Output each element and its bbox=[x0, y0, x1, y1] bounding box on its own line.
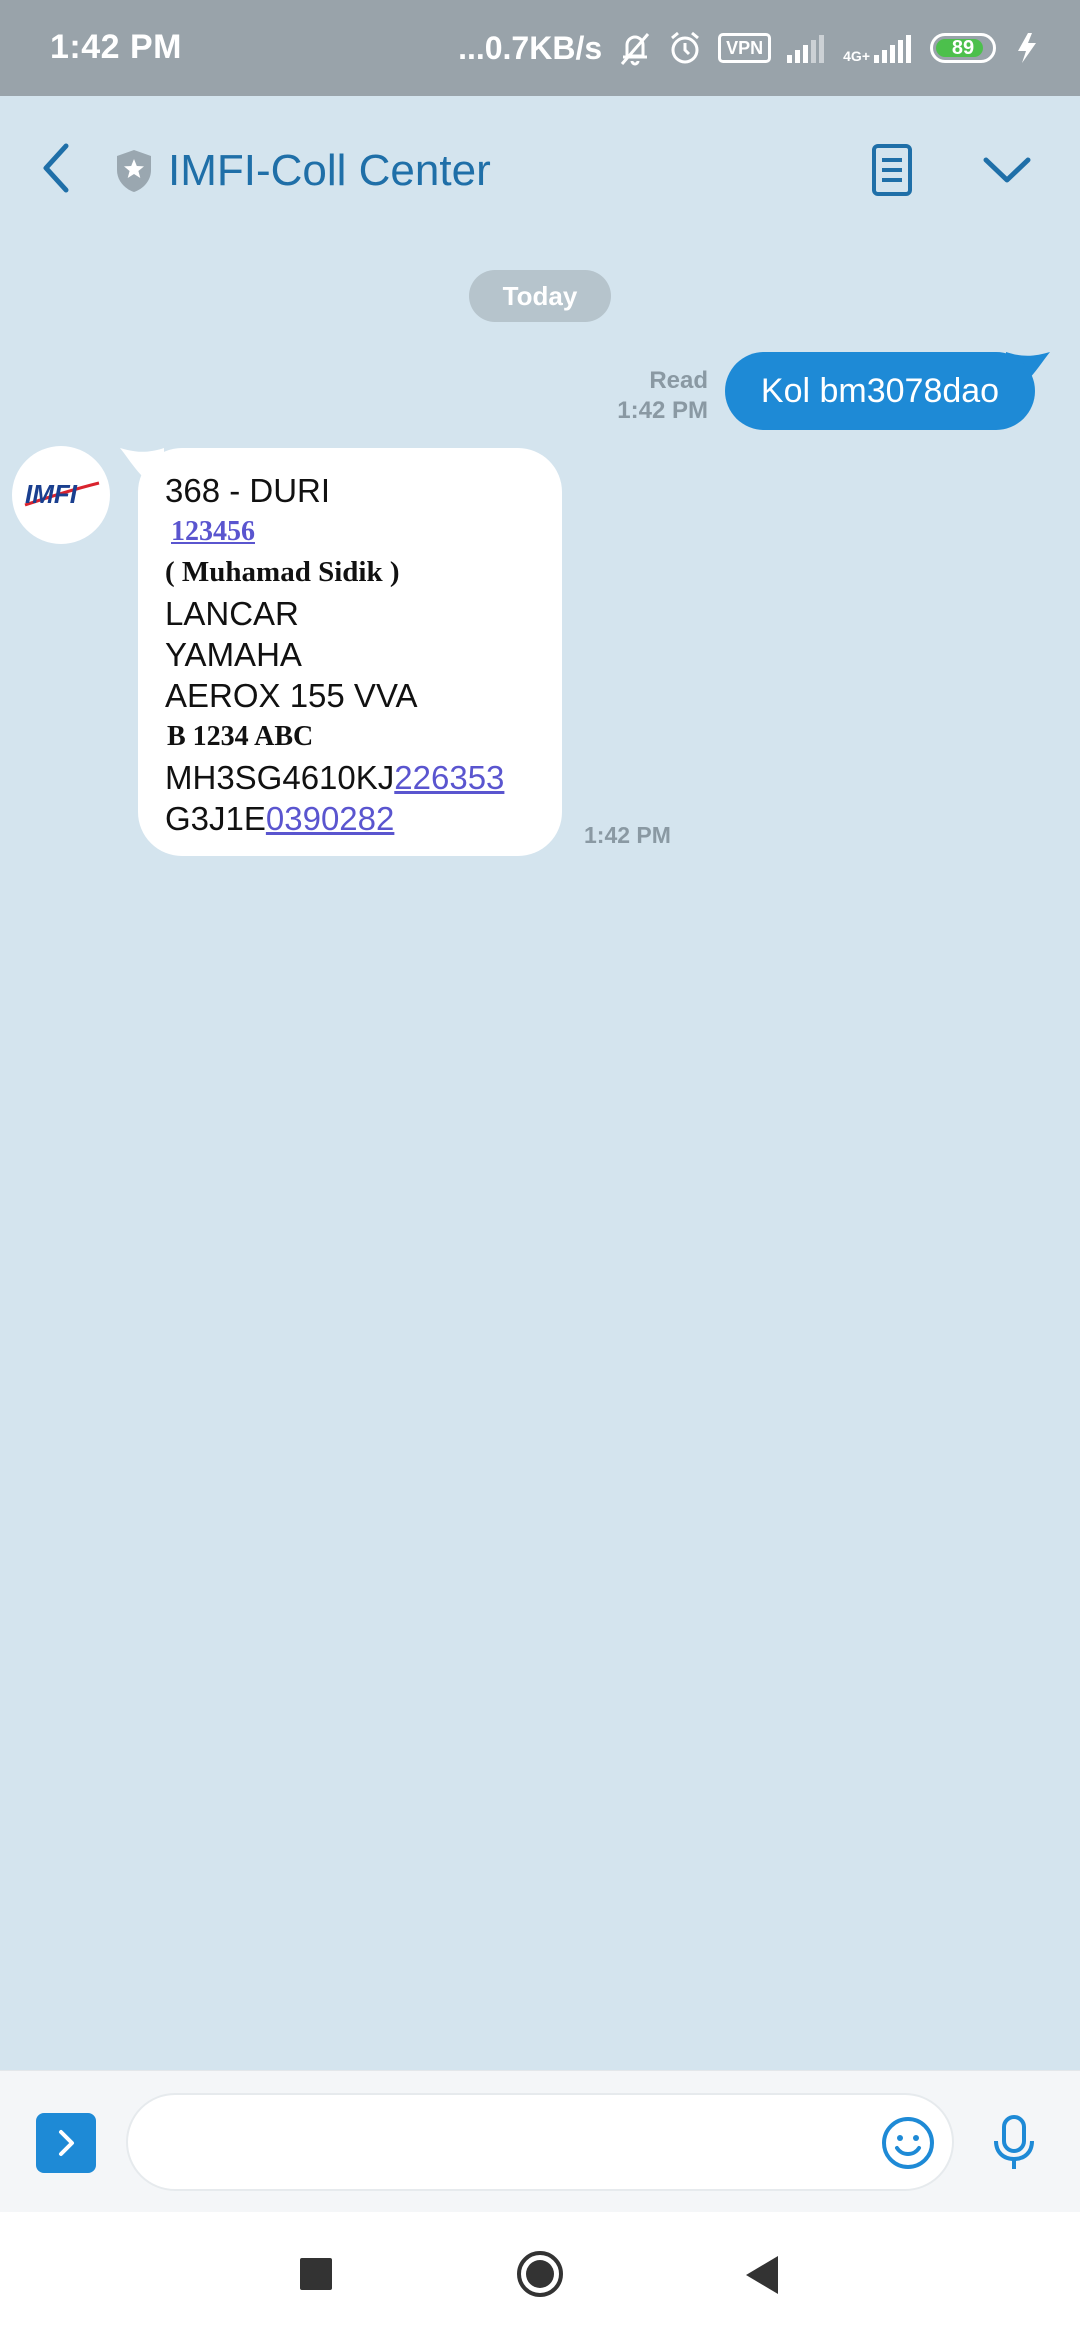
message-line: YAMAHA bbox=[165, 636, 302, 673]
chevron-down-icon bbox=[983, 157, 1031, 183]
vin-prefix: MH3SG4610KJ bbox=[165, 759, 395, 796]
sender-avatar[interactable]: IMFI bbox=[12, 446, 110, 544]
imfi-logo: IMFI bbox=[24, 479, 100, 509]
message-line-engine: G3J1E0390282 bbox=[165, 798, 562, 839]
message-line: 368 - DURI bbox=[165, 472, 331, 509]
triangle-back-icon bbox=[746, 2256, 778, 2294]
network-speed: ...0.7KB/s bbox=[458, 29, 603, 66]
expand-menu-button[interactable] bbox=[982, 152, 1032, 188]
engine-prefix: G3J1E bbox=[165, 800, 266, 837]
recents-button[interactable] bbox=[300, 2258, 332, 2290]
smiley-icon bbox=[882, 2117, 934, 2169]
charging-icon bbox=[1012, 31, 1042, 65]
document-icon bbox=[872, 144, 912, 196]
avatar-text: IMFI bbox=[25, 479, 78, 509]
home-circle-icon bbox=[517, 2251, 563, 2297]
signal-icon bbox=[787, 33, 827, 63]
verified-shield-icon bbox=[114, 148, 154, 194]
phone-link[interactable]: 0390282 bbox=[266, 800, 394, 837]
outgoing-time: 1:42 PM bbox=[617, 397, 708, 424]
phone-link[interactable]: 226353 bbox=[394, 759, 504, 796]
message-line-vin: MH3SG4610KJ226353 bbox=[165, 757, 562, 798]
message-input[interactable] bbox=[158, 2115, 878, 2171]
mute-bell-icon bbox=[618, 30, 652, 66]
outgoing-meta: Read 1:42 PM bbox=[617, 366, 708, 426]
emoji-button[interactable] bbox=[880, 2115, 936, 2171]
battery-level: 89 bbox=[951, 36, 975, 59]
chat-header: IMFI-Coll Center bbox=[0, 96, 1080, 246]
chevron-right-icon bbox=[59, 2130, 74, 2156]
vpn-badge: VPN bbox=[718, 33, 772, 63]
status-icons: ...0.7KB/s VPN 4G+ 89 bbox=[458, 22, 1042, 74]
message-line: AEROX 155 VVA bbox=[165, 677, 418, 714]
microphone-icon bbox=[994, 2115, 1034, 2169]
message-line: LANCAR bbox=[165, 595, 299, 632]
incoming-time: 1:42 PM bbox=[584, 822, 671, 848]
message-input-wrap[interactable] bbox=[126, 2093, 954, 2191]
expand-tools-button[interactable] bbox=[36, 2113, 96, 2173]
system-nav-bar bbox=[0, 2212, 1080, 2340]
date-divider: Today bbox=[469, 270, 611, 322]
status-time: 1:42 PM bbox=[50, 28, 182, 66]
chevron-left-icon bbox=[43, 143, 69, 193]
back-button[interactable] bbox=[34, 138, 82, 198]
home-button[interactable] bbox=[516, 2250, 564, 2298]
signal-4g-icon: 4G+ bbox=[843, 33, 914, 63]
battery-icon: 89 bbox=[930, 33, 996, 63]
status-bar: 1:42 PM ...0.7KB/s VPN 4G+ 89 bbox=[0, 0, 1080, 96]
message-line: ( Muhamad Sidik ) bbox=[165, 556, 400, 588]
read-status: Read bbox=[649, 367, 708, 394]
message-link[interactable]: 123456 bbox=[165, 511, 562, 552]
net-type-label: 4G+ bbox=[843, 48, 870, 64]
contact-name[interactable]: IMFI-Coll Center bbox=[168, 146, 491, 196]
alarm-icon bbox=[668, 30, 702, 66]
message-line: B 1234 ABC bbox=[167, 721, 314, 752]
nav-back-button[interactable] bbox=[744, 2254, 780, 2296]
details-button[interactable] bbox=[866, 142, 918, 198]
incoming-message[interactable]: 368 - DURI 123456 ( Muhamad Sidik ) LANC… bbox=[138, 448, 562, 856]
outgoing-message[interactable]: Kol bm3078dao bbox=[725, 352, 1035, 430]
composer-bar bbox=[0, 2070, 1080, 2212]
voice-button[interactable] bbox=[990, 2113, 1038, 2173]
